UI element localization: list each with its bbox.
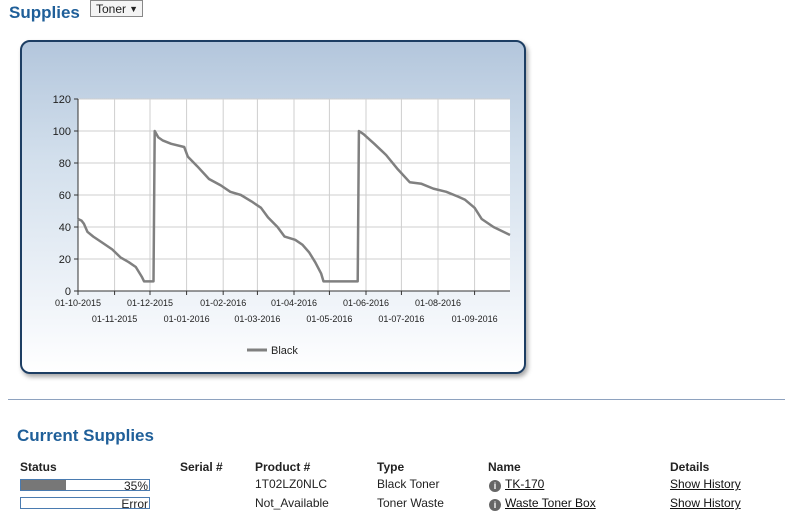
product-number: Not_Available xyxy=(255,496,329,510)
legend-label: Black xyxy=(271,345,298,357)
supply-name-link[interactable]: Waste Toner Box xyxy=(505,496,596,510)
y-tick-label: 60 xyxy=(59,190,71,202)
x-tick-label: 01-02-2016 xyxy=(200,298,246,308)
y-tick-label: 40 xyxy=(59,222,71,234)
show-history-link[interactable]: Show History xyxy=(670,496,741,510)
x-tick-label: 01-10-2015 xyxy=(55,298,101,308)
serial-header: Serial # xyxy=(180,460,223,474)
x-tick-label: 01-04-2016 xyxy=(271,298,317,308)
status-header: Status xyxy=(20,460,57,474)
details-header: Details xyxy=(670,460,710,474)
supply-name-link[interactable]: TK-170 xyxy=(505,477,544,491)
details-cell: Show History xyxy=(670,477,741,491)
supply-name: i Waste Toner Box xyxy=(489,496,596,511)
supply-history-chart-panel: 0 20 40 60 80 100 120 01-10-2015 01-11-2015 01-12… xyxy=(20,40,526,374)
toner-level-fill xyxy=(21,480,66,490)
show-history-link[interactable]: Show History xyxy=(670,477,741,491)
product-number: 1T02LZ0NLC xyxy=(255,477,328,491)
supply-name: i TK-170 xyxy=(489,477,544,492)
dropdown-arrow-icon: ▼ xyxy=(129,4,138,14)
toner-level-bar: 35% xyxy=(20,479,150,493)
x-tick-label: 01-09-2016 xyxy=(452,314,498,324)
x-tick-label: 01-01-2016 xyxy=(164,314,210,324)
y-tick-label: 0 xyxy=(65,286,71,298)
section-divider xyxy=(8,399,785,400)
x-tick-label: 01-05-2016 xyxy=(306,314,352,324)
info-icon[interactable]: i xyxy=(489,480,501,492)
y-tick-label: 80 xyxy=(59,158,71,170)
x-tick-label: 01-07-2016 xyxy=(378,314,424,324)
y-tick-label: 120 xyxy=(53,94,71,106)
supply-type: Black Toner xyxy=(377,477,440,491)
supply-history-chart: 0 20 40 60 80 100 120 01-10-2015 01-11-2015 01-12… xyxy=(53,94,511,357)
x-tick-label: 01-06-2016 xyxy=(343,298,389,308)
y-tick-label: 100 xyxy=(53,126,71,138)
x-tick-label: 01-03-2016 xyxy=(234,314,280,324)
type-header: Type xyxy=(377,460,405,474)
x-tick-label: 01-12-2015 xyxy=(127,298,173,308)
toner-level-text: 35% xyxy=(123,479,148,493)
supply-type-select[interactable]: Toner ▼ xyxy=(90,0,143,17)
page-title: Supplies xyxy=(9,3,80,22)
supply-type-value: Toner xyxy=(96,2,127,16)
x-tick-label: 01-11-2015 xyxy=(92,314,137,324)
waste-level-bar: Error xyxy=(20,497,150,511)
details-cell: Show History xyxy=(670,496,741,510)
y-tick-label: 20 xyxy=(59,254,71,266)
name-header: Name xyxy=(488,460,521,474)
x-tick-label: 01-08-2016 xyxy=(415,298,461,308)
waste-level-text: Error xyxy=(121,497,148,511)
supply-type: Toner Waste xyxy=(377,496,444,510)
current-supplies-title: Current Supplies xyxy=(17,426,154,445)
product-header: Product # xyxy=(255,460,311,474)
info-icon[interactable]: i xyxy=(489,499,501,511)
